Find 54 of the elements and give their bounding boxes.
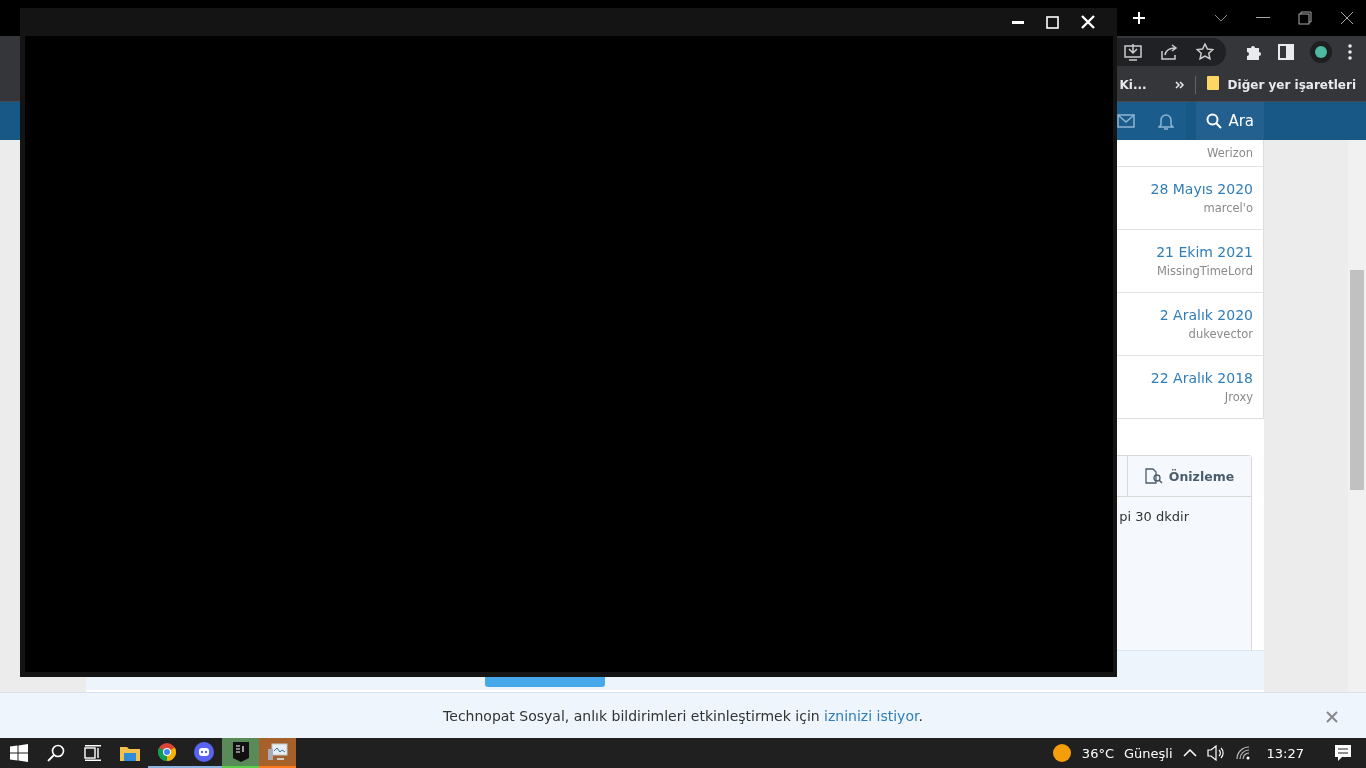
new-tab-icon[interactable] xyxy=(1132,11,1146,25)
sun-icon[interactable] xyxy=(1051,743,1072,763)
close-icon[interactable] xyxy=(1340,11,1354,25)
restore-icon[interactable] xyxy=(1298,11,1312,25)
puzzle-icon[interactable] xyxy=(1244,43,1262,61)
windows-start-icon[interactable] xyxy=(9,744,28,762)
chevron-down-icon[interactable] xyxy=(1214,14,1228,22)
wifi-icon[interactable] xyxy=(1234,746,1251,760)
download-icon[interactable] xyxy=(1124,43,1142,61)
monitor-icon[interactable] xyxy=(267,743,288,761)
post-date[interactable]: 2 Aralık 2020 xyxy=(1159,307,1253,323)
star-icon[interactable] xyxy=(1196,43,1214,61)
username[interactable]: MissingTimeLord xyxy=(1156,264,1253,278)
search-icon xyxy=(1206,113,1223,129)
search-icon[interactable] xyxy=(46,744,65,762)
chat-app-icon[interactable] xyxy=(193,742,214,762)
more-menu-icon[interactable] xyxy=(1348,44,1352,60)
chrome-icon[interactable] xyxy=(157,743,176,761)
notifications-icon[interactable] xyxy=(1334,744,1352,762)
search-button[interactable]: Ara xyxy=(1196,102,1264,140)
profile-avatar-icon[interactable] xyxy=(1310,41,1332,63)
speaker-icon[interactable] xyxy=(1206,745,1225,761)
permission-link[interactable]: izninizi istiyor xyxy=(824,707,919,724)
temperature[interactable]: 36°C xyxy=(1081,745,1114,761)
clock[interactable]: 13:27 xyxy=(1266,745,1304,761)
maximize-icon[interactable] xyxy=(1046,15,1059,29)
username[interactable]: dukevector xyxy=(1188,327,1253,341)
post-button[interactable] xyxy=(485,676,605,687)
editor-text[interactable]: pi 30 dkdir xyxy=(1119,509,1189,524)
chevron-double-icon[interactable] xyxy=(1174,81,1185,89)
bookmark-link[interactable]: Ki... xyxy=(1119,77,1147,92)
post-date[interactable]: 21 Ekim 2021 xyxy=(1156,244,1253,260)
scrollbar[interactable] xyxy=(1348,140,1366,692)
post-date[interactable]: 22 Aralık 2018 xyxy=(1150,370,1253,386)
username[interactable]: marcel'o xyxy=(1203,201,1253,215)
minimize-icon[interactable] xyxy=(1256,17,1270,19)
preview-icon xyxy=(1144,468,1163,484)
mail-icon[interactable] xyxy=(1117,114,1136,128)
folder-icon[interactable] xyxy=(119,745,140,761)
bell-icon[interactable] xyxy=(1158,112,1175,130)
post-date[interactable]: 28 Mayıs 2020 xyxy=(1150,181,1253,197)
share-icon[interactable] xyxy=(1160,43,1178,61)
folder-icon xyxy=(1205,75,1220,91)
bookmark-folder[interactable]: Diğer yer işaretleri xyxy=(1227,77,1356,92)
sidebar-icon[interactable] xyxy=(1278,44,1294,60)
minimize-icon[interactable] xyxy=(1012,20,1024,24)
username[interactable]: Jroxy xyxy=(1224,390,1253,404)
username[interactable]: Werizon xyxy=(1206,146,1253,160)
notification-message: Technopat Sosyal, anlık bildirimleri etkinleştirmek için izninizi istiyor. xyxy=(443,707,923,724)
chevron-up-icon[interactable] xyxy=(1182,749,1197,757)
weather-condition[interactable]: Güneşli xyxy=(1124,745,1173,761)
task-view-icon[interactable] xyxy=(83,745,102,761)
preview-tab[interactable]: Önizleme xyxy=(1127,456,1251,496)
shield-logo-icon[interactable] xyxy=(232,742,249,762)
